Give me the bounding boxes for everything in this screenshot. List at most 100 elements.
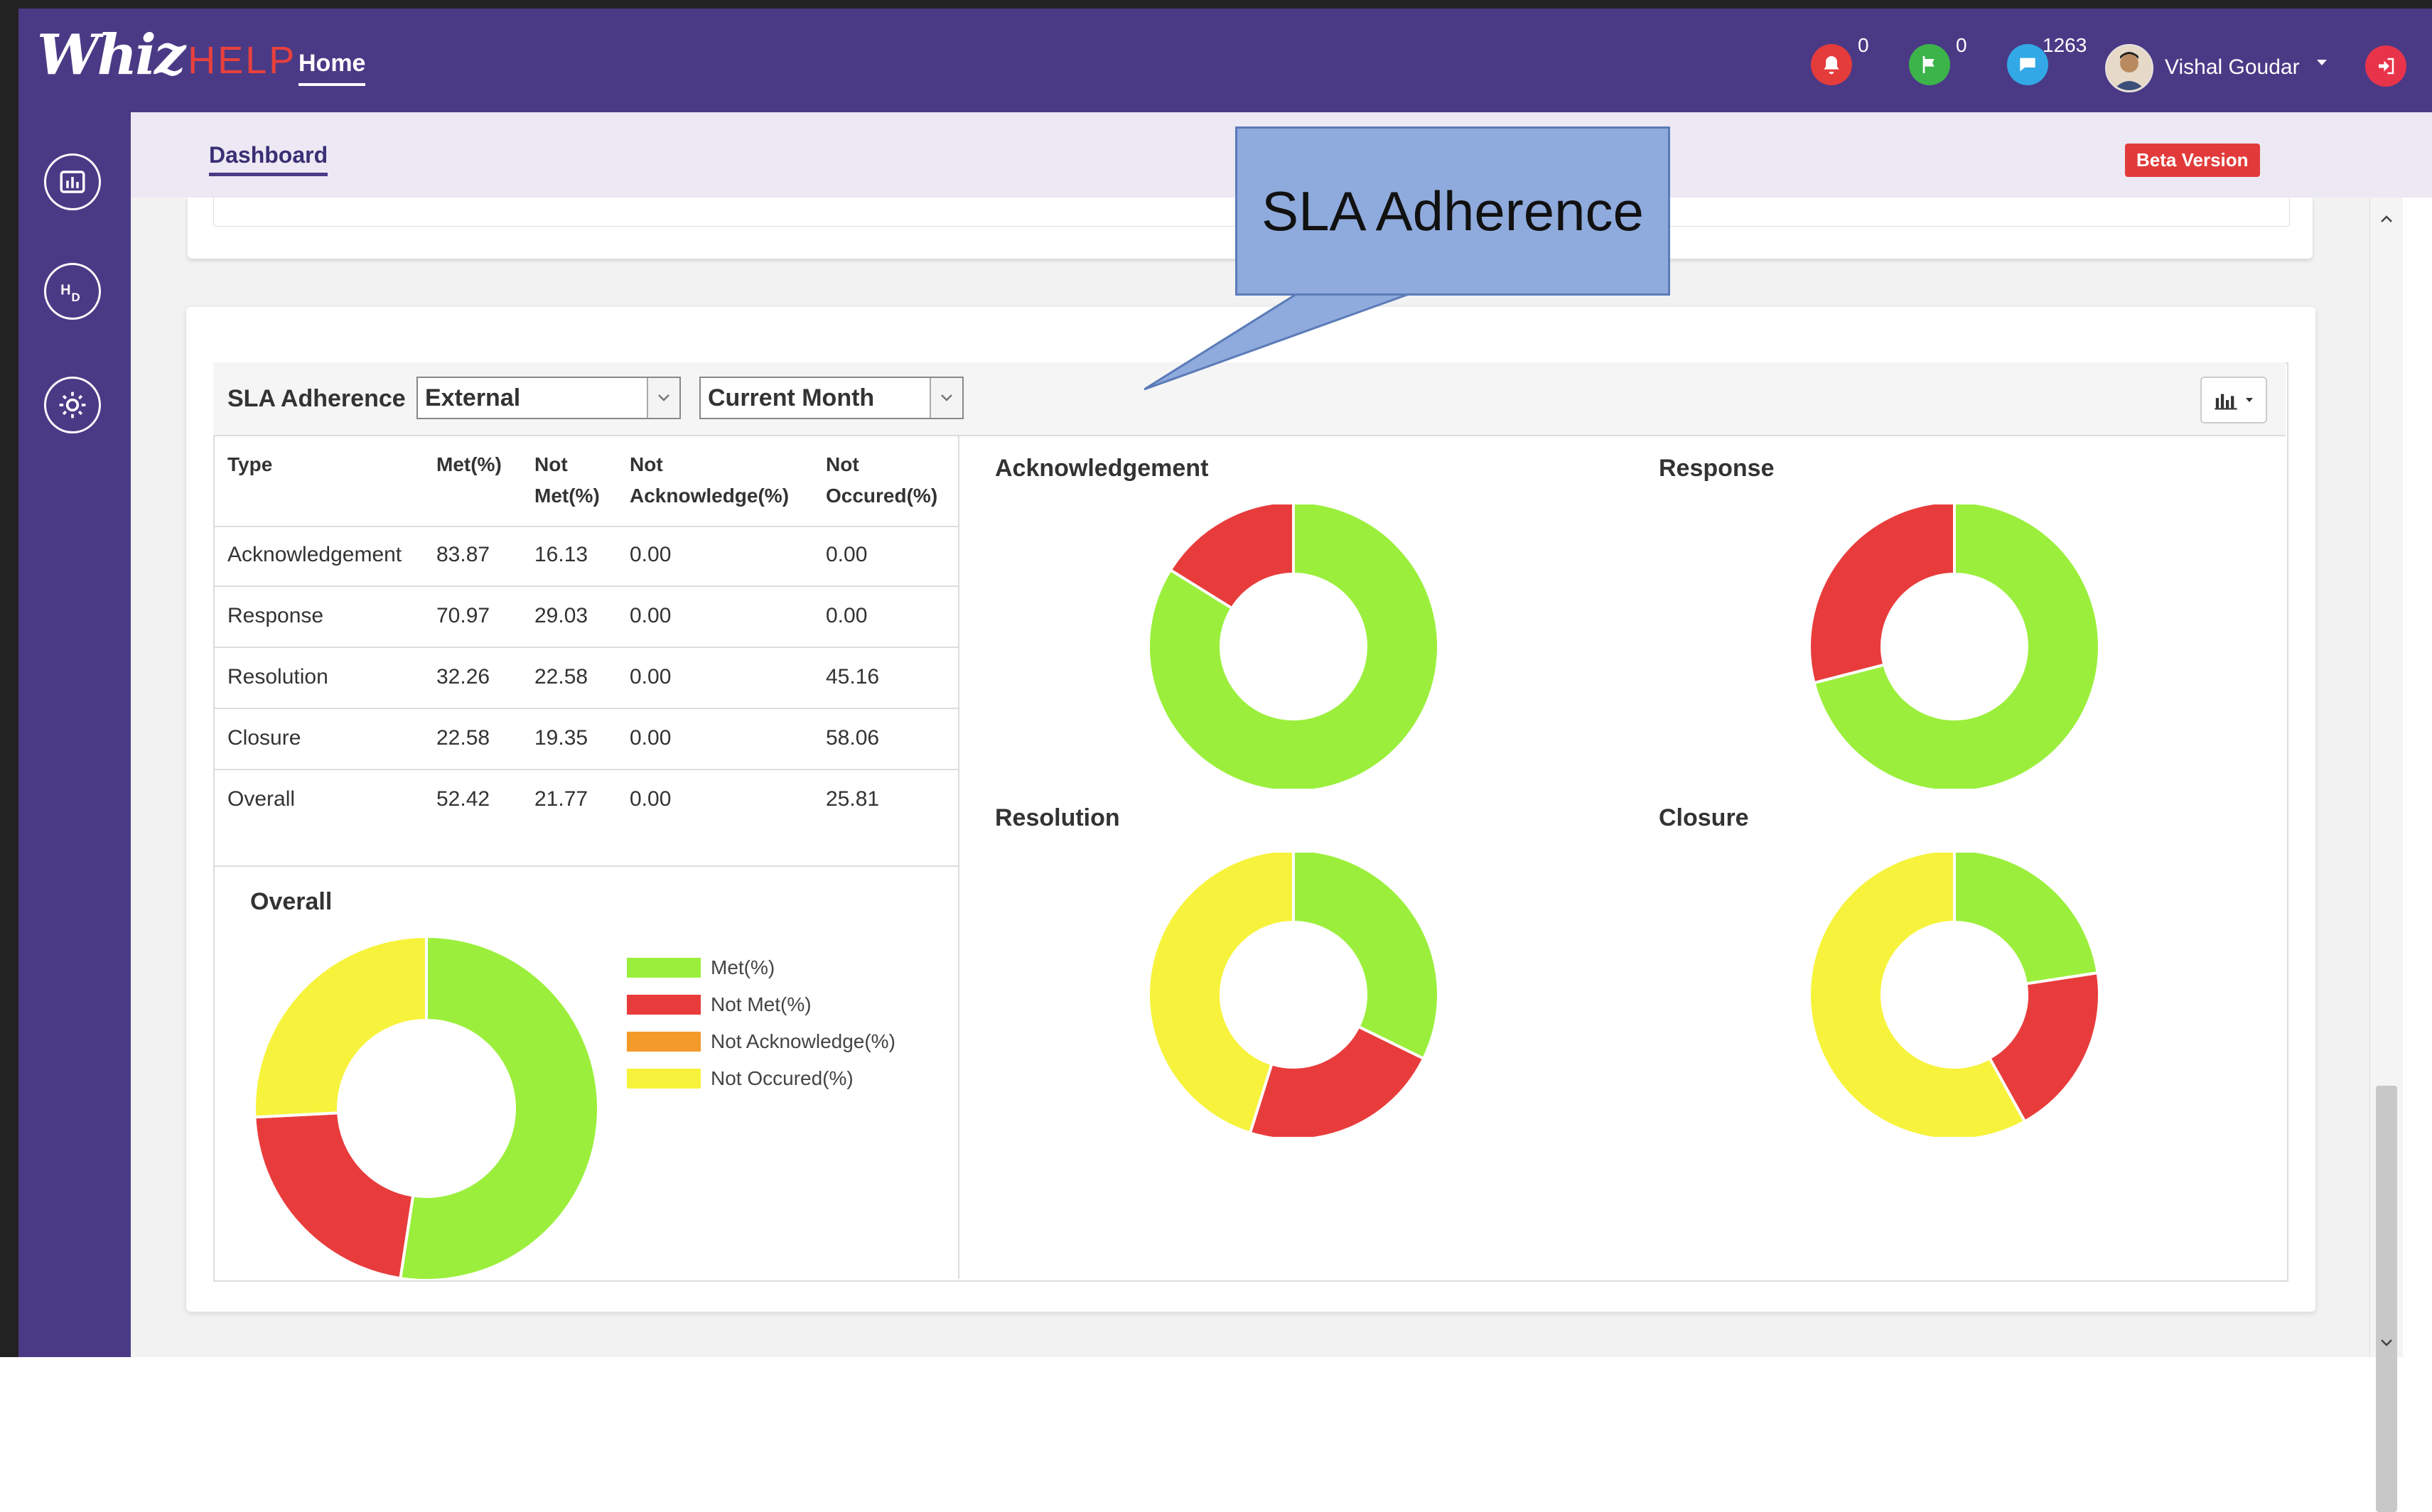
- donut-slice-met[interactable]: [1953, 853, 2099, 986]
- donut-slice-notoccured[interactable]: [253, 938, 428, 1119]
- caret-down-icon: [2246, 398, 2253, 402]
- hd-icon: H D: [60, 283, 80, 304]
- col-header-not-acknowledge: Not Acknowledge(%): [630, 453, 790, 507]
- sla-panel-title: SLA Adherence: [227, 385, 406, 412]
- col-header-met: Met(%): [436, 453, 502, 475]
- user-name[interactable]: Vishal Goudar: [2165, 55, 2300, 80]
- col-header-type: Type: [227, 453, 273, 475]
- chevron-down-icon[interactable]: [647, 378, 679, 418]
- donut-slice-notmet[interactable]: [1808, 504, 1956, 685]
- scroll-down-icon[interactable]: [2370, 1329, 2403, 1357]
- sidebar-item-reports[interactable]: [44, 153, 101, 210]
- chart-type-dropdown-button[interactable]: [2200, 377, 2267, 423]
- sla-period-value: Current Month: [708, 384, 875, 411]
- donut-chart-response: [1808, 504, 2101, 789]
- legend-label: Not Met(%): [711, 993, 812, 1015]
- sla-period-select[interactable]: Current Month: [699, 377, 964, 419]
- chat-count: 1263: [2043, 34, 2087, 56]
- table-cell: 0.00: [826, 604, 868, 627]
- avatar[interactable]: [2105, 44, 2153, 92]
- legend-item[interactable]: Not Acknowledge(%): [627, 1023, 895, 1060]
- col-header-not-occured: Not Occured(%): [826, 453, 938, 507]
- flag-notification-button[interactable]: [1909, 44, 1950, 85]
- alert-icon: [1824, 56, 1839, 75]
- table-divider: [215, 585, 958, 587]
- legend-item[interactable]: Met(%): [627, 949, 895, 986]
- panel-divider: [958, 436, 959, 1279]
- chart-title-resolution: Resolution: [995, 804, 1120, 831]
- table-cell: 0.00: [630, 787, 672, 811]
- table-cell: 22.58: [436, 726, 490, 750]
- vertical-scrollbar[interactable]: [2369, 198, 2403, 1512]
- table-divider: [215, 647, 958, 648]
- table-cell: 0.00: [630, 726, 672, 750]
- top-bar: [18, 9, 2432, 112]
- alert-count: 0: [1858, 34, 1869, 56]
- donut-slice-met[interactable]: [399, 938, 600, 1279]
- table-cell: Overall: [227, 787, 296, 811]
- legend-label: Met(%): [711, 956, 775, 978]
- legend-swatch: [627, 995, 701, 1015]
- table-cell: 0.00: [630, 604, 672, 627]
- chart-legend: Met(%) Not Met(%) Not Acknowledge(%) Not…: [627, 949, 895, 1097]
- table-divider: [215, 526, 958, 527]
- table-divider: [215, 865, 958, 867]
- legend-swatch: [627, 958, 701, 978]
- nav-home-link[interactable]: Home: [298, 50, 366, 86]
- flag-icon: [1922, 56, 1935, 73]
- sla-type-select[interactable]: External: [416, 377, 681, 419]
- table-cell: 25.81: [826, 787, 880, 811]
- table-cell: 0.00: [630, 665, 672, 688]
- user-avatar-icon: [2107, 46, 2151, 90]
- legend-item[interactable]: Not Occured(%): [627, 1060, 895, 1097]
- legend-label: Not Acknowledge(%): [711, 1030, 895, 1052]
- scrollbar-thumb[interactable]: [2376, 1086, 2397, 1512]
- window-border-left: [0, 0, 18, 1357]
- legend-swatch: [627, 1069, 701, 1089]
- table-cell: 19.35: [534, 726, 588, 750]
- legend-label: Not Occured(%): [711, 1067, 854, 1089]
- table-cell: Acknowledgement: [227, 543, 402, 566]
- table-cell: 83.87: [436, 543, 490, 566]
- callout-annotation: SLA Adherence: [1235, 126, 1670, 296]
- table-cell: 32.26: [436, 665, 490, 688]
- settings-icon: [59, 392, 86, 418]
- logout-button[interactable]: [2365, 45, 2406, 87]
- alert-notification-button[interactable]: [1811, 44, 1852, 85]
- chart-title-overall: Overall: [250, 888, 333, 915]
- donut-chart-resolution: [1147, 853, 1440, 1137]
- chevron-down-icon[interactable]: [930, 378, 962, 418]
- beta-version-badge: Beta Version: [2125, 144, 2260, 177]
- table-cell: Response: [227, 604, 324, 627]
- user-menu-caret-icon[interactable]: [2317, 60, 2327, 65]
- tab-dashboard[interactable]: Dashboard: [209, 142, 328, 176]
- table-cell: 22.58: [534, 665, 588, 688]
- table-cell: Closure: [227, 726, 301, 750]
- table-cell: 45.16: [826, 665, 880, 688]
- scroll-up-icon[interactable]: [2370, 205, 2403, 233]
- sla-type-value: External: [425, 384, 521, 411]
- table-cell: 70.97: [436, 604, 490, 627]
- callout-pointer: [1144, 287, 1429, 391]
- sidebar-item-helpdesk[interactable]: H D: [44, 263, 101, 320]
- logout-icon: [2379, 58, 2394, 75]
- app-logo[interactable]: Whiz HELP: [37, 27, 296, 84]
- table-cell: 0.00: [630, 543, 672, 566]
- table-cell: 21.77: [534, 787, 588, 811]
- chart-icon: [60, 171, 85, 193]
- table-divider: [215, 769, 958, 770]
- donut-slice-met[interactable]: [1292, 853, 1440, 1061]
- legend-item[interactable]: Not Met(%): [627, 986, 895, 1023]
- table-cell: 0.00: [826, 543, 868, 566]
- svg-text:H: H: [60, 283, 70, 298]
- table-divider: [215, 708, 958, 709]
- table-cell: 52.42: [436, 787, 490, 811]
- donut-chart-acknowledgement: [1147, 504, 1440, 789]
- donut-slice-notmet[interactable]: [253, 1111, 415, 1279]
- table-cell: 16.13: [534, 543, 588, 566]
- bar-chart-icon: [2215, 394, 2237, 410]
- chart-title-acknowledgement: Acknowledgement: [995, 455, 1209, 482]
- sidebar-item-settings[interactable]: [44, 377, 101, 433]
- donut-chart-closure: [1808, 853, 2101, 1137]
- logo-main-text: Whiz: [37, 23, 185, 87]
